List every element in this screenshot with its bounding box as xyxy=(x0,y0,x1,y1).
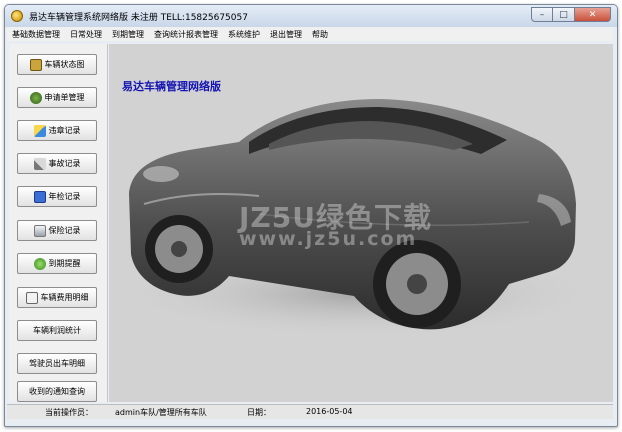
nav-label: 申请单管理 xyxy=(44,93,85,102)
menu-exit[interactable]: 退出管理 xyxy=(265,29,307,40)
nav-violation-button[interactable]: 违章记录 xyxy=(17,120,97,141)
menu-daily[interactable]: 日常处理 xyxy=(65,29,107,40)
nav-notice-query-button[interactable]: 收到的通知查询 xyxy=(17,381,97,402)
sidebar: 车辆状态图 申请单管理 违章记录 事故记录 年检记录 保险记录 到期提醒 车辆费… xyxy=(9,44,108,402)
maximize-button[interactable]: □ xyxy=(553,7,575,22)
car-status-icon xyxy=(29,58,42,71)
nav-driver-trips-button[interactable]: 驾驶员出车明细 xyxy=(17,353,97,374)
close-button[interactable]: ✕ xyxy=(575,7,611,22)
menu-basic-data[interactable]: 基础数据管理 xyxy=(7,29,65,40)
reminder-icon xyxy=(33,257,46,270)
nav-fee-button[interactable]: 车辆费用明细 xyxy=(17,287,97,308)
app-logo-icon xyxy=(11,10,23,22)
menu-help[interactable]: 帮助 xyxy=(307,29,333,40)
nav-accident-button[interactable]: 事故记录 xyxy=(17,153,97,174)
main-title: 易达车辆管理网络版 xyxy=(122,80,221,93)
date-value: 2016-05-04 xyxy=(306,407,353,416)
nav-label: 驾驶员出车明细 xyxy=(29,359,85,368)
violation-icon xyxy=(33,124,46,137)
nav-label: 车辆状态图 xyxy=(44,60,85,69)
nav-label: 到期提醒 xyxy=(48,259,81,268)
nav-reminder-button[interactable]: 到期提醒 xyxy=(17,253,97,274)
nav-label: 事故记录 xyxy=(48,159,81,168)
date-label: 日期： xyxy=(247,408,271,417)
main-panel: 易达车辆管理网络版 JZ5U绿色下载 www.jz5u.com xyxy=(109,44,613,402)
nav-label: 收到的通知查询 xyxy=(29,387,85,396)
app-window: 易达车辆管理系统网络版 未注册 TELL:15825675057 – □ ✕ 基… xyxy=(4,4,618,427)
inspection-icon xyxy=(33,190,46,203)
accident-icon xyxy=(33,157,46,170)
nav-label: 车辆利润统计 xyxy=(33,326,81,335)
title-bar: 易达车辆管理系统网络版 未注册 TELL:15825675057 – □ ✕ xyxy=(5,5,617,27)
menu-expiry[interactable]: 到期管理 xyxy=(107,29,149,40)
nav-application-button[interactable]: 申请单管理 xyxy=(17,87,97,108)
nav-inspection-button[interactable]: 年检记录 xyxy=(17,186,97,207)
nav-label: 年检记录 xyxy=(48,192,81,201)
window-title: 易达车辆管理系统网络版 未注册 TELL:15825675057 xyxy=(29,13,248,23)
operator-value: admin车队/管理所有车队 xyxy=(115,408,207,417)
nav-label: 违章记录 xyxy=(48,126,81,135)
nav-label: 保险记录 xyxy=(48,226,81,235)
status-bar: 当前操作员： admin车队/管理所有车队 日期： 2016-05-04 xyxy=(7,404,613,419)
operator-label: 当前操作员： xyxy=(45,408,93,417)
menu-bar: 基础数据管理 日常处理 到期管理 查询统计报表管理 系统维护 退出管理 帮助 xyxy=(7,27,613,41)
watermark-url: www.jz5u.com xyxy=(239,228,418,250)
fee-icon xyxy=(25,291,38,304)
menu-system[interactable]: 系统维护 xyxy=(223,29,265,40)
window-controls: – □ ✕ xyxy=(531,7,611,22)
nav-insurance-button[interactable]: 保险记录 xyxy=(17,220,97,241)
minimize-button[interactable]: – xyxy=(531,7,553,22)
nav-label: 车辆费用明细 xyxy=(40,293,89,302)
nav-car-status-button[interactable]: 车辆状态图 xyxy=(17,54,97,75)
nav-profit-button[interactable]: 车辆利润统计 xyxy=(17,320,97,341)
menu-reports[interactable]: 查询统计报表管理 xyxy=(149,29,223,40)
application-icon xyxy=(29,91,42,104)
insurance-icon xyxy=(33,224,46,237)
